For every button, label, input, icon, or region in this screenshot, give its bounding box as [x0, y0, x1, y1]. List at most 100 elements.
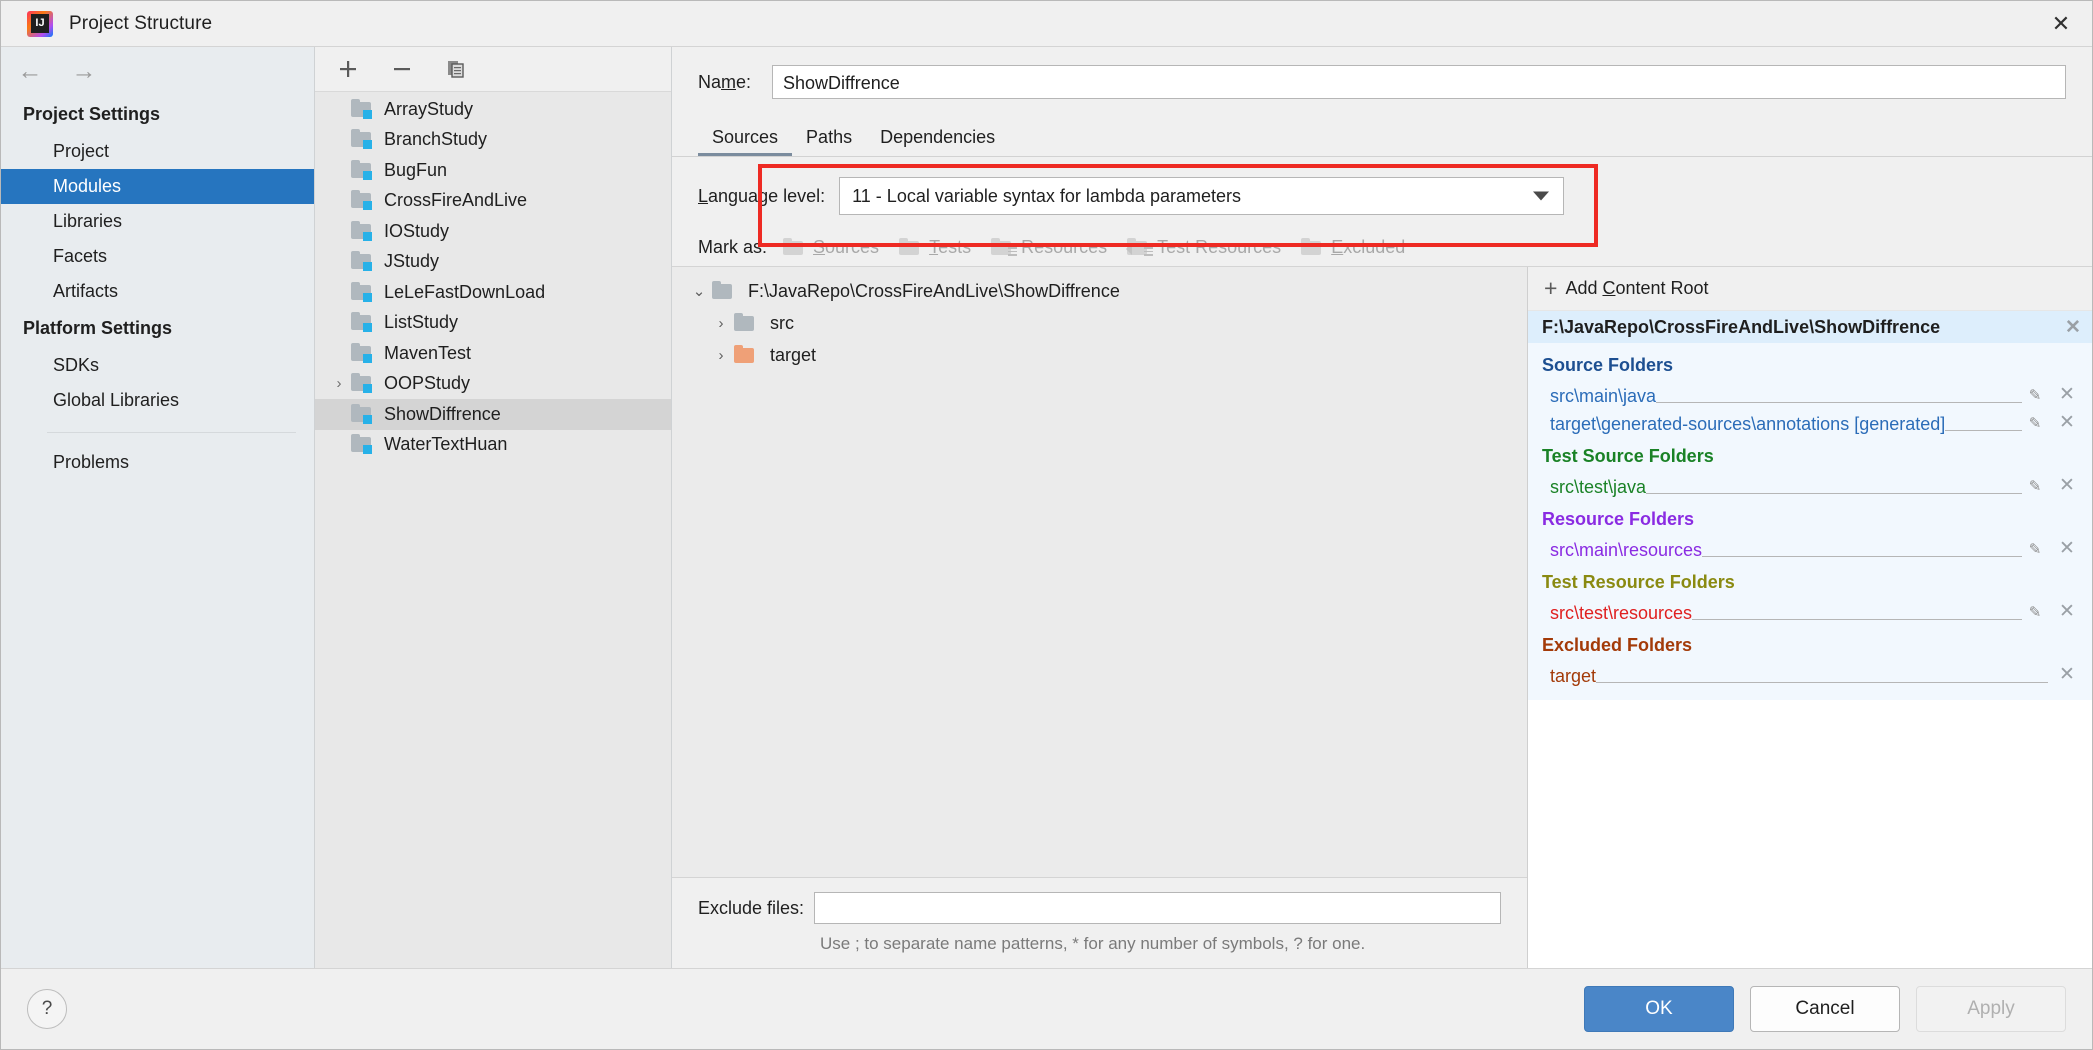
- module-folder-icon: [351, 129, 376, 150]
- close-icon[interactable]: ✕: [2048, 600, 2086, 623]
- exclude-files-hint: Use ; to separate name patterns, * for a…: [820, 934, 1366, 953]
- tab-dependencies[interactable]: Dependencies: [866, 121, 1009, 157]
- folder-icon: [1301, 237, 1327, 258]
- list-item-label: ArrayStudy: [384, 98, 474, 119]
- pencil-icon[interactable]: ✎: [2022, 477, 2048, 497]
- content-roots-panel: + Add Content Root F:\JavaRepo\CrossFire…: [1528, 267, 2092, 968]
- pencil-icon[interactable]: ✎: [2022, 386, 2048, 406]
- language-level-label: Language level:: [698, 185, 826, 206]
- minus-icon[interactable]: [387, 54, 417, 84]
- plus-icon[interactable]: [333, 54, 363, 84]
- mark-as-resources-button[interactable]: Resources: [991, 237, 1107, 258]
- mark-as-sources-button[interactable]: Sources: [783, 237, 879, 258]
- list-item[interactable]: IOStudy: [315, 216, 671, 247]
- sidebar-item-project[interactable]: Project: [1, 134, 314, 169]
- exclude-files-label: Exclude files:: [698, 897, 805, 918]
- sidebar-item-libraries[interactable]: Libraries: [1, 204, 314, 239]
- chevron-down-icon[interactable]: [1533, 191, 1550, 201]
- apply-button[interactable]: Apply: [1916, 986, 2066, 1032]
- close-icon[interactable]: ✕: [2048, 411, 2086, 434]
- sidebar-item-sdks[interactable]: SDKs: [1, 348, 314, 383]
- copy-icon[interactable]: [441, 54, 471, 84]
- source-folder-row[interactable]: target\generated-sources\annotations [ge…: [1528, 406, 2092, 434]
- sidebar-item-global-libraries[interactable]: Global Libraries: [1, 383, 314, 418]
- list-item-label: BranchStudy: [384, 129, 488, 150]
- list-item[interactable]: CrossFireAndLive: [315, 186, 671, 217]
- list-item[interactable]: BranchStudy: [315, 125, 671, 156]
- module-editor: Name: ShowDiffrence Sources Paths Depend…: [672, 47, 2092, 968]
- content-root-header: F:\JavaRepo\CrossFireAndLive\ShowDiffren…: [1528, 311, 2092, 343]
- list-item[interactable]: ArrayStudy: [315, 94, 671, 125]
- sidebar-item-problems[interactable]: Problems: [1, 445, 314, 480]
- list-item-label: LeLeFastDownLoad: [384, 281, 546, 302]
- list-item[interactable]: MavenTest: [315, 338, 671, 369]
- chevron-right-icon[interactable]: ›: [708, 315, 734, 332]
- sidebar-item-artifacts[interactable]: Artifacts: [1, 274, 314, 309]
- tree-row[interactable]: › src: [672, 307, 1527, 339]
- module-tabs: Sources Paths Dependencies: [672, 121, 2092, 157]
- list-item[interactable]: › OOPStudy: [315, 369, 671, 400]
- window-title: Project Structure: [69, 12, 213, 34]
- tree-row[interactable]: › target: [672, 339, 1527, 371]
- tab-paths[interactable]: Paths: [792, 121, 866, 157]
- test-resource-folder-row[interactable]: src\test\resources ✎ ✕: [1528, 595, 2092, 623]
- path-underline: [1945, 430, 2022, 431]
- list-item-selected[interactable]: ShowDiffrence: [315, 399, 671, 430]
- source-tree-pane: ⌄ F:\JavaRepo\CrossFireAndLive\ShowDiffr…: [672, 267, 1528, 968]
- list-item-label: IOStudy: [384, 220, 450, 241]
- module-name-input[interactable]: ShowDiffrence: [772, 65, 2066, 99]
- excluded-folders-title: Excluded Folders: [1542, 635, 1693, 655]
- plus-icon: +: [1544, 275, 1558, 301]
- close-icon[interactable]: ✕: [2048, 474, 2086, 497]
- pencil-icon[interactable]: ✎: [2022, 540, 2048, 560]
- pencil-icon[interactable]: ✎: [2022, 414, 2048, 434]
- chevron-right-icon[interactable]: ›: [327, 375, 351, 392]
- tab-sources[interactable]: Sources: [698, 121, 793, 157]
- exclude-files-zone: Exclude files: Use ; to separate name pa…: [672, 877, 1527, 968]
- close-icon[interactable]: ✕: [2048, 383, 2086, 406]
- close-icon[interactable]: ✕: [2030, 1, 2092, 46]
- close-icon[interactable]: ✕: [2054, 316, 2092, 339]
- module-list: ArrayStudy BranchStudy BugFun CrossFireA…: [315, 92, 671, 968]
- list-item-label: BugFun: [384, 159, 448, 180]
- module-folder-icon: [351, 373, 376, 394]
- list-item-label: OOPStudy: [384, 373, 471, 394]
- test-source-folder-row[interactable]: src\test\java ✎ ✕: [1528, 469, 2092, 497]
- folder-lines-icon: [991, 237, 1018, 258]
- test-source-folders-title: Test Source Folders: [1542, 446, 1714, 466]
- arrow-left-icon[interactable]: ←: [13, 54, 47, 88]
- sidebar-item-facets[interactable]: Facets: [1, 239, 314, 274]
- dialog-body: ← → Project Settings Project Modules Lib…: [1, 47, 2092, 968]
- add-content-root-button[interactable]: + Add Content Root: [1528, 267, 2092, 311]
- arrow-right-icon[interactable]: →: [67, 54, 101, 88]
- title-bar: Project Structure ✕: [1, 1, 2092, 47]
- sidebar-item-modules[interactable]: Modules: [1, 169, 314, 204]
- exclude-files-input[interactable]: [814, 892, 1501, 924]
- chevron-right-icon[interactable]: ›: [708, 347, 734, 364]
- list-item[interactable]: JStudy: [315, 247, 671, 278]
- list-item[interactable]: LeLeFastDownLoad: [315, 277, 671, 308]
- tree-row[interactable]: ⌄ F:\JavaRepo\CrossFireAndLive\ShowDiffr…: [672, 275, 1527, 307]
- close-icon[interactable]: ✕: [2048, 663, 2086, 686]
- excluded-folder-row[interactable]: target ✕: [1528, 658, 2092, 686]
- help-icon[interactable]: ?: [27, 989, 67, 1029]
- resource-folder-row[interactable]: src\main\resources ✎ ✕: [1528, 532, 2092, 560]
- chevron-down-icon[interactable]: ⌄: [686, 282, 712, 300]
- resource-folders-title: Resource Folders: [1542, 509, 1695, 529]
- list-item[interactable]: WaterTextHuan: [315, 430, 671, 461]
- language-level-select[interactable]: 11 - Local variable syntax for lambda pa…: [839, 177, 1565, 215]
- close-icon[interactable]: ✕: [2048, 537, 2086, 560]
- cancel-button[interactable]: Cancel: [1750, 986, 1900, 1032]
- mark-as-tests-button[interactable]: Tests: [899, 237, 971, 258]
- source-folder-row[interactable]: src\main\java ✎ ✕: [1528, 378, 2092, 406]
- list-item[interactable]: BugFun: [315, 155, 671, 186]
- list-item[interactable]: ListStudy: [315, 308, 671, 339]
- pencil-icon[interactable]: ✎: [2022, 603, 2048, 623]
- module-folder-icon: [351, 159, 376, 180]
- module-folder-icon: [351, 281, 376, 302]
- mark-as-excluded-button[interactable]: Excluded: [1301, 237, 1405, 258]
- ok-button[interactable]: OK: [1584, 986, 1734, 1032]
- module-name-row: Name: ShowDiffrence: [672, 47, 2092, 99]
- path-underline: [1656, 402, 2022, 403]
- mark-as-test-resources-button[interactable]: Test Resources: [1126, 237, 1281, 258]
